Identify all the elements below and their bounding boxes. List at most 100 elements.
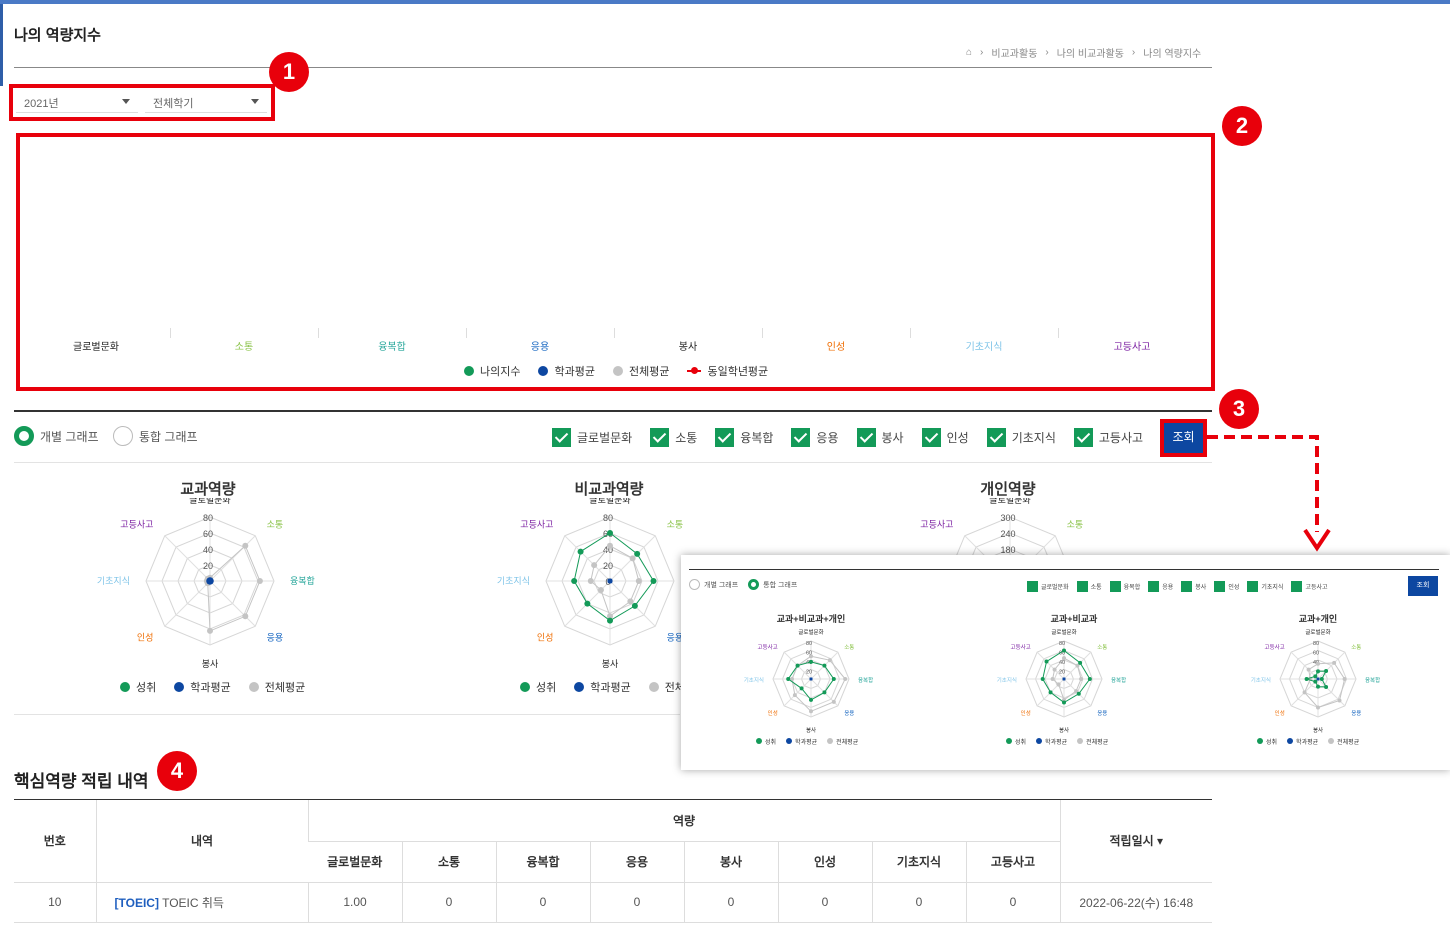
breadcrumb-separator: › bbox=[1131, 47, 1136, 58]
checkbox-label: 기초지식 bbox=[1011, 430, 1056, 445]
breadcrumb-item[interactable]: 비교과활동 bbox=[991, 45, 1037, 60]
checkbox-label: 기초지식 bbox=[1261, 584, 1284, 591]
bar-category-label: 융복합 bbox=[378, 342, 406, 353]
preview-radio-combined[interactable]: 통합 그래프 bbox=[748, 579, 797, 590]
radar-axis-label: 기초지식 bbox=[744, 676, 764, 684]
radar-series-point bbox=[1078, 660, 1083, 665]
checkbox-label: 글로벌문화 bbox=[1041, 584, 1069, 591]
radar-series-line bbox=[206, 544, 261, 632]
radio-label: 개별 그래프 bbox=[40, 429, 99, 444]
radar-series-point bbox=[1052, 667, 1057, 672]
legend-label: 성취 bbox=[136, 682, 157, 694]
radar-title: 개인역량 bbox=[980, 481, 1036, 498]
radar-tick-label: 60 bbox=[203, 529, 213, 539]
callout-marker-3: 3 bbox=[1219, 389, 1259, 429]
radar-axis-label: 인성 bbox=[537, 633, 554, 643]
col-date-sort[interactable]: 적립일시 ▾ bbox=[1059, 800, 1212, 883]
radio-combined-graph[interactable]: 통합 그래프 bbox=[113, 426, 198, 446]
radar-series-point bbox=[1079, 677, 1084, 681]
checkbox-label: 봉사 bbox=[1195, 584, 1207, 591]
checkbox-competency[interactable]: 고등사고 bbox=[1073, 427, 1143, 447]
radar-axis-label: 글로벌문화 bbox=[1051, 628, 1076, 636]
radar-series-point bbox=[809, 654, 813, 659]
desc-tag-link[interactable]: [TOEIC] bbox=[115, 896, 159, 910]
preview-checkbox[interactable]: 인성 bbox=[1214, 580, 1240, 592]
radar-axis-label: 글로벌문화 bbox=[989, 498, 1030, 505]
radio-individual-graph[interactable]: 개별 그래프 bbox=[14, 426, 99, 446]
radar-axis-label: 소통 bbox=[1351, 644, 1361, 651]
checkbox-label: 응용 bbox=[1162, 584, 1174, 591]
radar-axis-label: 소통 bbox=[1067, 519, 1084, 529]
radio-label: 통합 그래프 bbox=[139, 429, 198, 444]
bar-axis-tick bbox=[614, 328, 615, 338]
radar-axis-label: 기초지식 bbox=[97, 576, 130, 586]
checkbox-label: 봉사 bbox=[881, 430, 904, 445]
checkbox-competency[interactable]: 응용 bbox=[791, 427, 839, 447]
bar-axis-tick bbox=[318, 328, 319, 338]
radar-axis-label: 응용 bbox=[1097, 710, 1107, 717]
bar-axis-tick bbox=[170, 328, 171, 338]
legend-label: 학과평균 bbox=[1296, 740, 1319, 746]
preview-checkbox[interactable]: 글로벌문화 bbox=[1027, 580, 1069, 592]
legend-label: 동일학년평균 bbox=[707, 366, 769, 378]
radar-series-point bbox=[831, 699, 836, 704]
radar-series-point bbox=[809, 677, 813, 681]
col-competency: 글로벌문화 bbox=[308, 841, 402, 883]
preview-graph-mode: 개별 그래프 통합 그래프 bbox=[689, 579, 797, 590]
checkbox-competency[interactable]: 글로벌문화 bbox=[552, 427, 632, 447]
legend-label: 나의지수 bbox=[480, 366, 521, 378]
preview-radio-individual[interactable]: 개별 그래프 bbox=[689, 579, 738, 590]
breadcrumb-item[interactable]: 나의 역량지수 bbox=[1143, 45, 1201, 60]
checkbox-competency[interactable]: 소통 bbox=[650, 427, 697, 447]
legend-item: 성취 bbox=[756, 737, 776, 746]
preview-search-button[interactable]: 조회 bbox=[1408, 576, 1438, 596]
checkbox-checked-icon bbox=[1247, 580, 1259, 592]
legend-item: 성취 bbox=[1006, 737, 1026, 746]
semester-select[interactable]: 전체학기 bbox=[145, 89, 267, 113]
cell-competency-value: 0 bbox=[965, 882, 1060, 923]
preview-checkbox[interactable]: 응용 bbox=[1148, 580, 1174, 592]
radar-axis-label: 응용 bbox=[1351, 710, 1361, 717]
legend-dept-avg: 학과평균 bbox=[174, 679, 231, 695]
breadcrumb-item[interactable]: 나의 비교과활동 bbox=[1057, 45, 1124, 60]
legend-label: 학과평균 bbox=[795, 740, 818, 746]
home-icon[interactable]: ⌂ bbox=[966, 47, 972, 58]
cell-desc[interactable]: [TOEIC] TOEIC 취득 bbox=[95, 882, 308, 923]
checkbox-label: 인성 bbox=[1228, 584, 1240, 591]
checkbox-competency[interactable]: 융복합 bbox=[715, 427, 773, 447]
radar-series-point bbox=[650, 578, 657, 584]
legend-dot bbox=[1257, 738, 1263, 744]
radar-tick-label: 20 bbox=[806, 670, 812, 676]
year-select[interactable]: 2021년 bbox=[16, 89, 138, 113]
search-button[interactable]: 조회 bbox=[1164, 423, 1203, 453]
preview-checkbox[interactable]: 봉사 bbox=[1181, 580, 1207, 592]
checkbox-checked-icon bbox=[1291, 580, 1303, 592]
radar-axis-label: 인성 bbox=[137, 633, 154, 643]
legend-item: 학과평균 bbox=[1036, 737, 1067, 746]
section-divider bbox=[14, 410, 1212, 412]
radar-tick-label: 80 bbox=[203, 513, 213, 523]
radio-selected-icon bbox=[748, 579, 760, 590]
radar-series-point bbox=[1056, 682, 1061, 687]
preview-checkbox[interactable]: 융복합 bbox=[1109, 580, 1140, 592]
checkbox-checked-icon bbox=[1076, 580, 1088, 592]
radar-series-point bbox=[1319, 677, 1324, 681]
radar-series-point bbox=[207, 627, 213, 634]
bar-category-label: 응용 bbox=[530, 342, 550, 353]
legend-label: 전체평균 bbox=[1086, 740, 1109, 746]
preview-checkbox[interactable]: 소통 bbox=[1076, 580, 1102, 592]
checkbox-competency[interactable]: 기초지식 bbox=[986, 427, 1056, 447]
cell-competency-value: 0 bbox=[495, 882, 590, 923]
preview-checkbox[interactable]: 고등사고 bbox=[1291, 580, 1328, 592]
cell-no: 10 bbox=[14, 882, 96, 923]
preview-checkbox[interactable]: 기초지식 bbox=[1247, 580, 1284, 592]
bar-axis-tick bbox=[1058, 328, 1059, 338]
checkbox-competency[interactable]: 봉사 bbox=[856, 427, 904, 447]
checkbox-competency[interactable]: 인성 bbox=[921, 427, 969, 447]
radar-axis-label: 인성 bbox=[1021, 709, 1031, 717]
preview-radar-legend: 성취 학과평균 전체평균 bbox=[756, 737, 858, 746]
radar-axis-label: 소통 bbox=[667, 519, 684, 529]
radar-series-point bbox=[206, 577, 212, 583]
legend-item: 학과평균 bbox=[786, 737, 817, 746]
checkbox-checked-icon bbox=[715, 427, 735, 447]
